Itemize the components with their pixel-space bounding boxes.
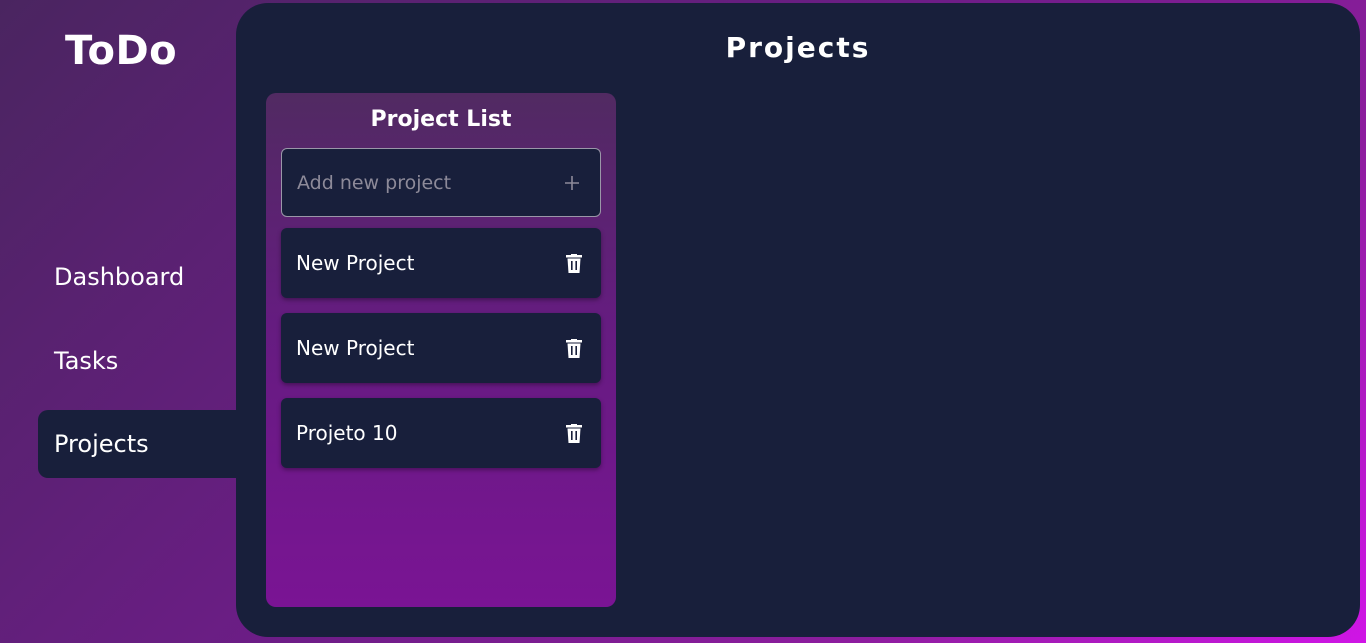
sidebar-item-label: Dashboard xyxy=(54,263,185,291)
project-item[interactable]: New Project xyxy=(281,228,601,298)
project-list-title: Project List xyxy=(370,107,512,132)
sidebar: ToDo Dashboard Tasks Projects xyxy=(0,0,236,643)
sidebar-item-projects[interactable]: Projects xyxy=(38,410,236,478)
project-name: New Project xyxy=(296,251,415,275)
sidebar-item-tasks[interactable]: Tasks xyxy=(38,327,236,395)
page-title: Projects xyxy=(725,31,871,64)
plus-icon[interactable] xyxy=(552,149,592,216)
trash-icon[interactable] xyxy=(564,252,584,274)
sidebar-item-dashboard[interactable]: Dashboard xyxy=(38,243,236,311)
project-item[interactable]: New Project xyxy=(281,313,601,383)
add-project-field xyxy=(281,148,601,217)
project-name: Projeto 10 xyxy=(296,421,398,445)
trash-icon[interactable] xyxy=(564,422,584,444)
app-logo: ToDo xyxy=(65,28,178,74)
project-item[interactable]: Projeto 10 xyxy=(281,398,601,468)
project-list-panel: Project List New Project xyxy=(266,93,616,607)
sidebar-item-label: Projects xyxy=(54,430,149,458)
trash-icon[interactable] xyxy=(564,337,584,359)
main-content: Projects Project List New Project xyxy=(236,3,1360,637)
project-name: New Project xyxy=(296,336,415,360)
add-project-input[interactable] xyxy=(282,148,552,217)
sidebar-item-label: Tasks xyxy=(54,347,119,375)
